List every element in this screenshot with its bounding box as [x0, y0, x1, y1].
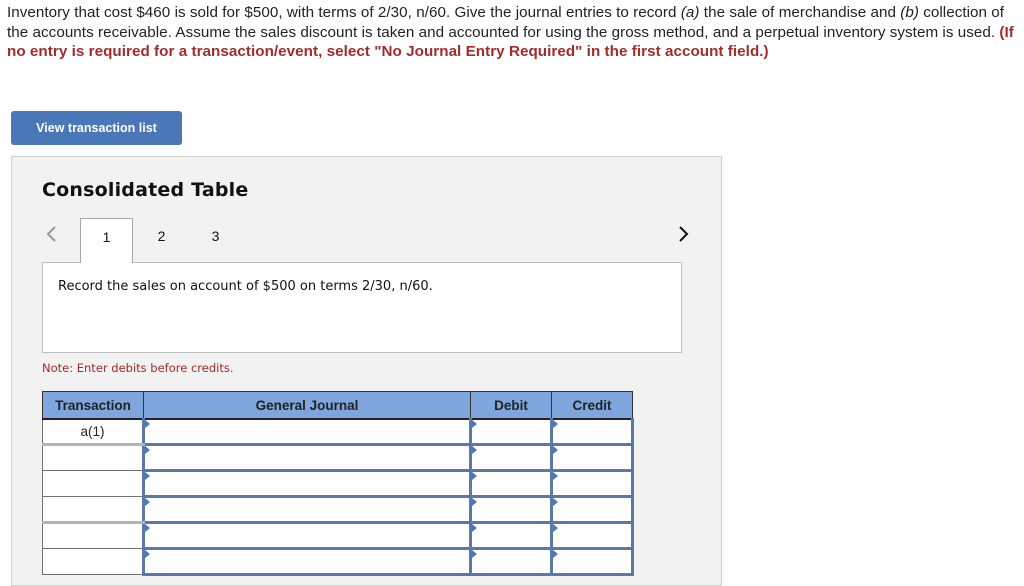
- tab-3[interactable]: 3: [189, 218, 242, 264]
- account-input[interactable]: [145, 420, 469, 443]
- consolidated-table-panel: Consolidated Table 1 2 3 Record the sale…: [11, 156, 722, 586]
- account-cell[interactable]: [142, 522, 472, 550]
- debit-input[interactable]: [472, 420, 550, 443]
- debit-cell[interactable]: [469, 522, 553, 550]
- account-input[interactable]: [145, 446, 469, 469]
- credit-cell[interactable]: [550, 496, 634, 524]
- header-general-journal: General Journal: [143, 391, 471, 420]
- debit-cell[interactable]: [469, 419, 553, 446]
- transaction-cell: [42, 496, 145, 524]
- chevron-right-icon: [679, 226, 689, 242]
- panel-title: Consolidated Table: [42, 179, 249, 201]
- debit-cell[interactable]: [469, 548, 553, 576]
- table-row: [42, 470, 634, 498]
- header-transaction: Transaction: [42, 391, 144, 420]
- account-input[interactable]: [145, 524, 469, 547]
- debit-input[interactable]: [472, 472, 550, 495]
- account-cell[interactable]: [142, 496, 472, 524]
- credit-cell[interactable]: [550, 470, 634, 498]
- transaction-cell: [42, 548, 145, 575]
- debit-input[interactable]: [472, 446, 550, 469]
- debit-input[interactable]: [472, 498, 550, 521]
- table-row: [42, 522, 634, 550]
- table-row: [42, 548, 634, 576]
- header-credit: Credit: [551, 391, 633, 420]
- account-input[interactable]: [145, 498, 469, 521]
- table-row: [42, 444, 634, 472]
- tab-1[interactable]: 1: [80, 218, 133, 263]
- debit-cell[interactable]: [469, 470, 553, 498]
- credit-input[interactable]: [553, 420, 631, 443]
- part-a-label: (a): [680, 4, 700, 21]
- credit-cell[interactable]: [550, 444, 634, 472]
- account-input[interactable]: [145, 472, 469, 495]
- credit-cell[interactable]: [550, 522, 634, 550]
- note-text: Note: Enter debits before credits.: [42, 361, 234, 375]
- instruction-box: Record the sales on account of $500 on t…: [42, 262, 682, 353]
- debit-input[interactable]: [472, 524, 550, 547]
- tab-2-label: 2: [157, 228, 166, 244]
- account-cell[interactable]: [142, 470, 472, 498]
- credit-cell[interactable]: [550, 419, 634, 446]
- credit-input[interactable]: [553, 472, 631, 495]
- previous-tab-button[interactable]: [42, 223, 60, 245]
- tab-3-label: 3: [211, 228, 220, 244]
- transaction-cell: [42, 470, 145, 497]
- account-cell[interactable]: [142, 548, 472, 576]
- transaction-cell: [42, 522, 145, 549]
- credit-input[interactable]: [553, 524, 631, 547]
- credit-input[interactable]: [553, 498, 631, 521]
- account-input[interactable]: [145, 550, 469, 573]
- tab-1-label: 1: [102, 229, 111, 245]
- instruction-text: Record the sales on account of $500 on t…: [58, 279, 433, 294]
- transaction-cell: a(1): [42, 419, 145, 446]
- credit-input[interactable]: [553, 550, 631, 573]
- account-cell[interactable]: [142, 444, 472, 472]
- chevron-left-icon: [46, 226, 56, 242]
- account-cell[interactable]: [142, 419, 472, 446]
- credit-input[interactable]: [553, 446, 631, 469]
- debit-cell[interactable]: [469, 444, 553, 472]
- view-transaction-list-button[interactable]: View transaction list: [11, 111, 182, 145]
- debit-cell[interactable]: [469, 496, 553, 524]
- general-journal-table: Transaction General Journal Debit Credit…: [42, 391, 634, 576]
- part-b-label: (b): [900, 4, 919, 21]
- question-part-1: Inventory that cost $460 is sold for $50…: [7, 4, 681, 21]
- credit-cell[interactable]: [550, 548, 634, 576]
- table-header-row: Transaction General Journal Debit Credit: [42, 391, 633, 420]
- question-part-2: the sale of merchandise and: [699, 4, 901, 21]
- header-debit: Debit: [470, 391, 552, 420]
- debit-input[interactable]: [472, 550, 550, 573]
- next-tab-button[interactable]: [675, 223, 693, 245]
- transaction-cell: [42, 444, 145, 471]
- table-row: a(1): [42, 419, 634, 446]
- table-row: [42, 496, 634, 524]
- tab-2[interactable]: 2: [135, 218, 188, 264]
- question-text: Inventory that cost $460 is sold for $50…: [7, 3, 1017, 62]
